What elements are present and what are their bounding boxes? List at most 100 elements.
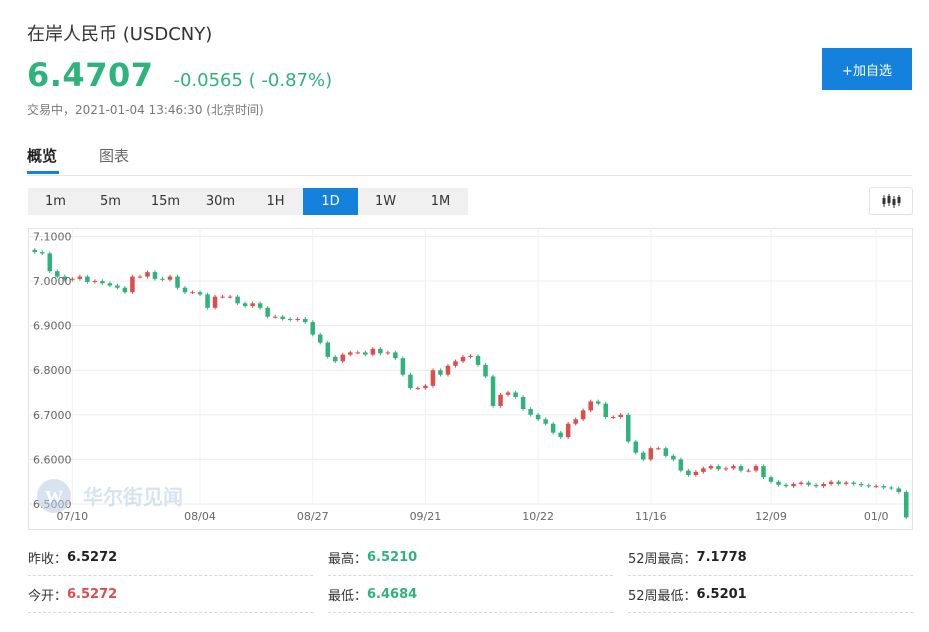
trading-status: 交易中，2021-01-04 13:46:30 (北京时间) <box>27 103 264 117</box>
candle-body <box>115 285 120 288</box>
x-tick-label: 01/0 <box>864 510 889 523</box>
candle-body <box>280 316 285 319</box>
candle-body <box>791 483 796 487</box>
candle-body <box>145 272 150 277</box>
period-5m[interactable]: 5m <box>83 188 138 215</box>
candle-body <box>205 294 210 308</box>
stats-panel: 昨收： 6.5272 最高： 6.5210 52周最高： 7.1778 今开： 6.52… <box>28 539 913 613</box>
candle-body <box>768 477 774 482</box>
candle-body <box>483 364 488 377</box>
candle-body <box>746 470 751 472</box>
candle-body <box>903 491 909 518</box>
period-selector: 1m 5m 15m 30m 1H 1D 1W 1M <box>28 188 468 215</box>
chart-type-button[interactable] <box>869 187 913 215</box>
period-1h[interactable]: 1H <box>248 188 303 215</box>
candle-body <box>408 374 413 389</box>
candle-body <box>100 281 105 284</box>
candle-body <box>618 414 624 418</box>
candle-body <box>836 481 841 484</box>
stat-52w-high: 52周最高： 7.1778 <box>628 539 913 576</box>
stat-open: 今开： 6.5272 <box>28 576 313 613</box>
period-1w[interactable]: 1W <box>358 188 413 215</box>
candle-body <box>558 432 563 438</box>
period-1d[interactable]: 1D <box>303 188 358 215</box>
page-title: 在岸人民币 (USDCNY) <box>27 24 213 45</box>
candle-body <box>873 486 879 488</box>
candle-body <box>603 403 608 418</box>
candle-body <box>393 352 398 359</box>
candle-body <box>641 452 646 460</box>
candle-body <box>513 392 518 397</box>
period-15m[interactable]: 15m <box>138 188 193 215</box>
candle-body <box>272 316 278 318</box>
candle-body <box>310 322 315 335</box>
stats-row: 昨收： 6.5272 最高： 6.5210 52周最高： 7.1778 <box>28 539 913 576</box>
candle-body <box>626 414 631 442</box>
candle-body <box>881 486 886 488</box>
candle-body <box>212 296 218 308</box>
candle-body <box>776 481 781 485</box>
stat-prev-close: 昨收： 6.5272 <box>28 539 313 576</box>
period-1m[interactable]: 1m <box>28 188 83 215</box>
price-change: -0.0565 ( -0.87%) <box>173 70 333 91</box>
candle-body <box>257 303 263 308</box>
x-tick-label: 11/16 <box>635 510 667 523</box>
candle-body <box>828 481 834 484</box>
x-tick-label: 09/21 <box>410 510 442 523</box>
candle-body <box>858 483 864 486</box>
x-tick-label: 08/27 <box>297 510 329 523</box>
period-30m[interactable]: 30m <box>193 188 248 215</box>
candle-body <box>295 318 300 320</box>
candle-body <box>363 352 368 355</box>
candle-body <box>160 278 165 280</box>
candle-body <box>250 303 255 307</box>
candle-body <box>287 318 293 320</box>
candle-body <box>122 287 128 293</box>
candle-body <box>813 484 819 487</box>
current-price: 6.4707 <box>27 56 154 94</box>
candle-body <box>355 352 361 354</box>
candle-body <box>528 409 533 415</box>
candle-body <box>490 376 496 406</box>
x-tick-label: 07/10 <box>56 510 88 523</box>
candle-body <box>498 394 503 406</box>
tab-chart[interactable]: 图表 <box>99 145 129 166</box>
candle-body <box>77 276 83 279</box>
candle-body <box>468 355 473 357</box>
candle-body <box>265 307 270 317</box>
candle-body <box>633 441 639 453</box>
candle-body <box>663 448 669 456</box>
candle-body <box>550 423 556 433</box>
candle-body <box>175 276 180 288</box>
candle-body <box>678 459 684 471</box>
stat-52w-low: 52周最低： 6.5201 <box>628 576 913 613</box>
candle-body <box>453 361 458 366</box>
candle-body <box>227 296 233 298</box>
stat-high: 最高： 6.5210 <box>328 539 613 576</box>
candle-body <box>595 401 601 404</box>
candle-body <box>723 468 729 470</box>
price-chart[interactable]: 7.10007.00006.90006.80006.70006.60006.50… <box>28 228 913 530</box>
watermark: W 华尔街见闻 <box>37 479 183 513</box>
candle-body <box>761 466 766 478</box>
x-tick-label: 08/04 <box>184 510 216 523</box>
candle-body <box>167 276 173 280</box>
candle-body <box>851 482 856 484</box>
candle-body <box>302 318 308 323</box>
candle-body <box>543 419 548 424</box>
candle-body <box>325 342 331 357</box>
candle-body <box>888 487 894 489</box>
candle-body <box>731 466 736 469</box>
x-tick-label: 10/22 <box>522 510 554 523</box>
add-to-watchlist-button[interactable]: +加自选 <box>822 48 912 90</box>
period-1mo[interactable]: 1M <box>413 188 468 215</box>
candle-body <box>32 249 38 253</box>
candle-body <box>137 276 143 278</box>
tab-overview[interactable]: 概览 <box>27 145 57 166</box>
candlestick-chart: 7.10007.00006.90006.80006.70006.60006.50… <box>28 228 913 530</box>
candle-body <box>843 482 849 484</box>
candle-body <box>505 392 511 395</box>
candle-body <box>520 396 526 410</box>
candle-body <box>656 448 661 450</box>
candle-body <box>430 370 436 386</box>
